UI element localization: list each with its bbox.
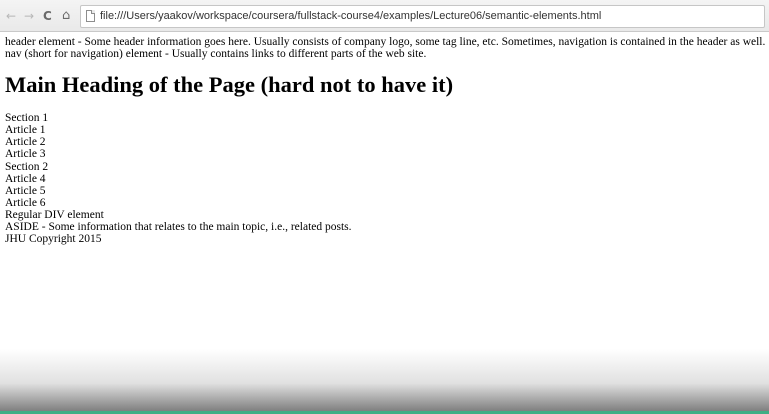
article-3-text: Article 3: [5, 148, 46, 161]
footer-text: JHU Copyright 2015: [5, 233, 102, 246]
header-element-text: header element - Some header information…: [5, 36, 766, 48]
url-text[interactable]: file:///Users/yaakov/workspace/coursera/…: [100, 9, 601, 24]
article-2-text: Article 2: [5, 136, 46, 149]
section-2-text: Section 2: [5, 160, 49, 173]
main-heading: Main Heading of the Page (hard not to ha…: [5, 72, 454, 98]
page-content: header element - Some header information…: [5, 36, 765, 245]
home-icon[interactable]: ⌂: [62, 9, 70, 23]
reload-icon[interactable]: C: [43, 9, 52, 23]
back-arrow-icon[interactable]: ←: [6, 9, 16, 23]
bottom-shadow: [0, 349, 769, 411]
page-icon: [86, 10, 95, 22]
section-1-text: Section 1: [5, 112, 49, 125]
aside-text: ASIDE - Some information that relates to…: [5, 221, 352, 234]
address-bar[interactable]: file:///Users/yaakov/workspace/coursera/…: [80, 5, 765, 28]
forward-arrow-icon[interactable]: →: [24, 9, 34, 23]
article-6-text: Article 6: [5, 196, 46, 209]
article-5-text: Article 5: [5, 184, 46, 197]
article-1-text: Article 1: [5, 124, 46, 137]
nav-element-text: nav (short for navigation) element - Usu…: [5, 48, 427, 61]
regular-div-text: Regular DIV element: [5, 208, 104, 221]
article-4-text: Article 4: [5, 172, 46, 185]
browser-toolbar: ← → C ⌂ file:///Users/yaakov/workspace/c…: [0, 0, 769, 32]
